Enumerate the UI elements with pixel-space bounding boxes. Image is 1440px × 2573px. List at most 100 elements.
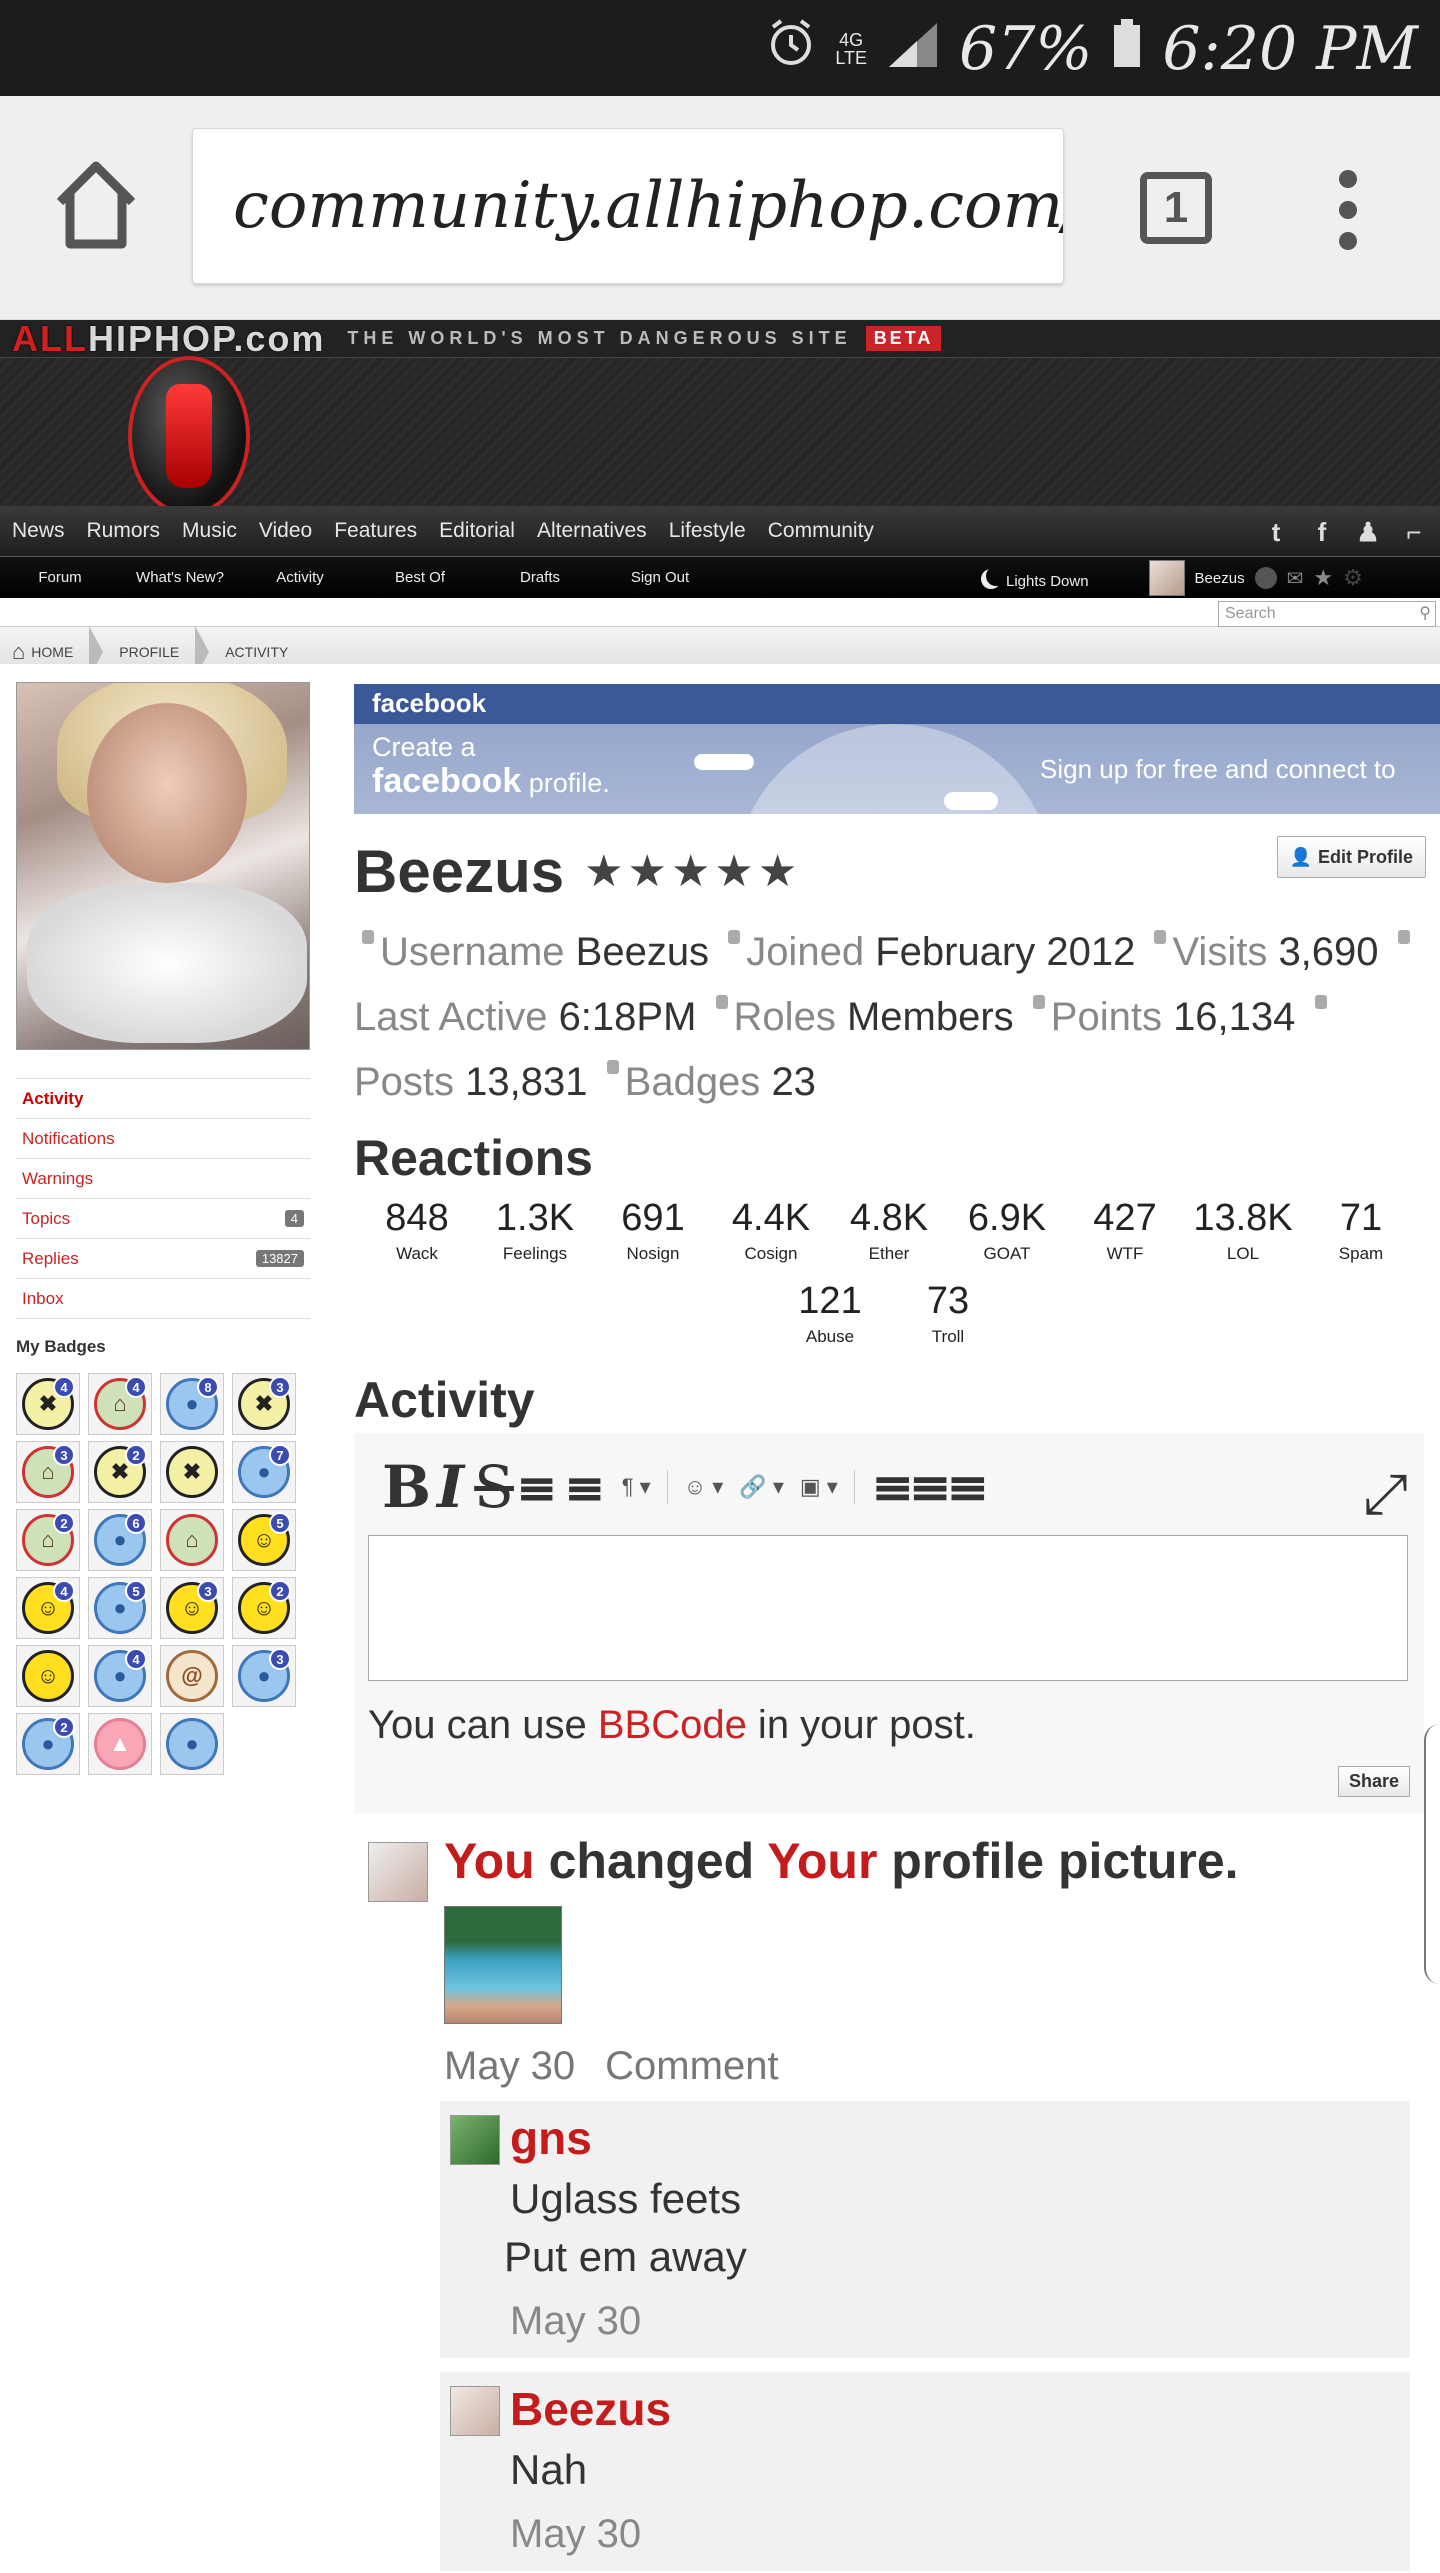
- twitter-icon[interactable]: t: [1260, 516, 1292, 548]
- ordered-list-button[interactable]: ≡: [516, 1458, 558, 1517]
- paragraph-dropdown[interactable]: ¶ ▾: [622, 1474, 651, 1500]
- bold-button[interactable]: B: [382, 1453, 431, 1521]
- nav-alternatives[interactable]: Alternatives: [537, 519, 647, 543]
- chat-badge-icon[interactable]: ●: [160, 1713, 224, 1775]
- comment-avatar[interactable]: [450, 2115, 500, 2165]
- share-button[interactable]: Share: [1337, 1766, 1410, 1797]
- menu-activity[interactable]: Activity: [16, 1079, 310, 1119]
- cake-badge-icon[interactable]: ⌂ 2: [16, 1509, 80, 1571]
- reaction-wtf[interactable]: 427 WTF: [1066, 1197, 1184, 1264]
- comment-author[interactable]: Beezus: [510, 2382, 1410, 2436]
- site-logo[interactable]: ALLHIPHOP.com: [12, 318, 325, 360]
- crumb-activity[interactable]: ACTIVITY: [225, 644, 288, 660]
- reaction-ether[interactable]: 4.8K Ether: [830, 1197, 948, 1264]
- expand-icon[interactable]: ⤢: [1363, 1461, 1408, 1528]
- cake-badge-icon[interactable]: ⌂: [160, 1509, 224, 1571]
- nav-music[interactable]: Music: [182, 519, 237, 543]
- myspace-icon[interactable]: ♟: [1352, 516, 1384, 548]
- reaction-spam[interactable]: 71 Spam: [1302, 1197, 1420, 1264]
- reaction-lol[interactable]: 13.8K LOL: [1184, 1197, 1302, 1264]
- lights-down-toggle[interactable]: Lights Down: [980, 566, 1089, 590]
- username-link[interactable]: Beezus: [1195, 570, 1245, 587]
- dead-badge-icon[interactable]: ✖ 3: [232, 1373, 296, 1435]
- image-dropdown[interactable]: ▣ ▾: [800, 1474, 838, 1500]
- chat-badge-icon[interactable]: ● 3: [232, 1645, 296, 1707]
- reaction-wack[interactable]: 848 Wack: [358, 1197, 476, 1264]
- tab-switcher-button[interactable]: 1: [1140, 172, 1212, 244]
- nav-video[interactable]: Video: [259, 519, 312, 543]
- subnav-forum[interactable]: Forum: [0, 569, 120, 586]
- gear-icon[interactable]: ⚙: [1343, 565, 1363, 591]
- nav-community[interactable]: Community: [768, 519, 874, 543]
- your-link[interactable]: Your: [767, 1833, 877, 1889]
- rss-icon[interactable]: ⌐: [1398, 516, 1430, 548]
- menu-replies[interactable]: Replies 13827: [16, 1239, 310, 1279]
- wink-badge-icon[interactable]: ☺ 2: [232, 1577, 296, 1639]
- chat-badge-icon[interactable]: ● 4: [88, 1645, 152, 1707]
- nav-editorial[interactable]: Editorial: [439, 519, 515, 543]
- nav-rumors[interactable]: Rumors: [87, 519, 161, 543]
- reaction-cosign[interactable]: 4.4K Cosign: [712, 1197, 830, 1264]
- reaction-goat[interactable]: 6.9K GOAT: [948, 1197, 1066, 1264]
- mail-icon[interactable]: ✉: [1287, 566, 1304, 591]
- you-link[interactable]: You: [444, 1833, 535, 1889]
- activity-photo[interactable]: [444, 1906, 562, 2024]
- bullet-list-button[interactable]: ≡: [564, 1458, 606, 1517]
- reaction-troll[interactable]: 73 Troll: [889, 1280, 1007, 1347]
- user-avatar[interactable]: [1148, 560, 1185, 596]
- nav-news[interactable]: News: [12, 519, 65, 543]
- profile-photo[interactable]: [16, 682, 310, 1050]
- facebook-icon[interactable]: f: [1306, 516, 1338, 548]
- dead-badge-icon[interactable]: ✖ 4: [16, 1373, 80, 1435]
- comment-link[interactable]: Comment: [605, 2044, 778, 2088]
- emoji-dropdown[interactable]: ☺ ▾: [684, 1474, 724, 1500]
- dead-badge-icon[interactable]: ✖ 2: [88, 1441, 152, 1503]
- wink-badge-icon[interactable]: ☺ 3: [160, 1577, 224, 1639]
- wink-badge-icon[interactable]: ☺ 4: [16, 1577, 80, 1639]
- cake-badge-icon[interactable]: ⌂ 3: [16, 1441, 80, 1503]
- activity-avatar[interactable]: [368, 1842, 428, 1902]
- book-badge-icon[interactable]: @: [160, 1645, 224, 1707]
- bbcode-link[interactable]: BBCode: [598, 1703, 747, 1747]
- spoiler-button[interactable]: ≡≡≡: [871, 1457, 990, 1518]
- facebook-ad[interactable]: facebook Create a facebook profile. Sign …: [354, 684, 1440, 814]
- cake-badge-icon[interactable]: ⌂ 4: [88, 1373, 152, 1435]
- italic-button[interactable]: I: [437, 1453, 464, 1521]
- wink-badge-icon[interactable]: ☺ 5: [232, 1509, 296, 1571]
- subnav-drafts[interactable]: Drafts: [480, 569, 600, 586]
- nav-lifestyle[interactable]: Lifestyle: [669, 519, 746, 543]
- globe-icon[interactable]: [1254, 567, 1277, 589]
- menu-topics[interactable]: Topics 4: [16, 1199, 310, 1239]
- chat-badge-icon[interactable]: ● 6: [88, 1509, 152, 1571]
- comment-author[interactable]: gns: [510, 2111, 1410, 2165]
- menu-warnings[interactable]: Warnings: [16, 1159, 310, 1199]
- home-crumb-icon[interactable]: ⌂: [12, 639, 25, 665]
- edit-profile-button[interactable]: 👤 Edit Profile: [1276, 836, 1426, 878]
- subnav-activity[interactable]: Activity: [240, 569, 360, 586]
- post-textarea[interactable]: [368, 1535, 1408, 1681]
- dead-badge-icon[interactable]: ✖: [160, 1441, 224, 1503]
- chat-badge-icon[interactable]: ● 2: [16, 1713, 80, 1775]
- reaction-feelings[interactable]: 1.3K Feelings: [476, 1197, 594, 1264]
- chat-badge-icon[interactable]: ● 5: [88, 1577, 152, 1639]
- star-icon[interactable]: ★: [1313, 565, 1333, 591]
- reaction-abuse[interactable]: 121 Abuse: [771, 1280, 889, 1347]
- nav-features[interactable]: Features: [334, 519, 417, 543]
- person-badge-icon[interactable]: ▲: [88, 1713, 152, 1775]
- menu-inbox[interactable]: Inbox: [16, 1279, 310, 1319]
- home-icon[interactable]: [52, 156, 140, 256]
- menu-notifications[interactable]: Notifications: [16, 1119, 310, 1159]
- link-dropdown[interactable]: 🔗 ▾: [739, 1474, 784, 1500]
- address-bar[interactable]: community.allhiphop.com/pr: [192, 128, 1064, 284]
- search-input[interactable]: Search ⚲: [1218, 601, 1436, 627]
- subnav-best-of[interactable]: Best Of: [360, 569, 480, 586]
- chat-badge-icon[interactable]: ● 8: [160, 1373, 224, 1435]
- logo-emblem-icon[interactable]: [128, 356, 250, 516]
- overflow-menu-icon[interactable]: [1330, 170, 1366, 250]
- comment-avatar[interactable]: [450, 2386, 500, 2436]
- crumb-home[interactable]: HOME: [31, 644, 73, 660]
- strike-button[interactable]: S: [474, 1453, 514, 1521]
- subnav-sign-out[interactable]: Sign Out: [600, 569, 720, 586]
- crumb-profile[interactable]: PROFILE: [119, 644, 179, 660]
- wink-badge-icon[interactable]: ☺: [16, 1645, 80, 1707]
